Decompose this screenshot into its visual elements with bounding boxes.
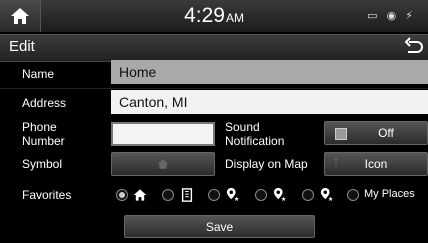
title-bar: Edit (0, 34, 428, 62)
favorite-radio-place-1[interactable] (208, 189, 220, 201)
save-button[interactable]: Save (124, 215, 315, 238)
display-on-map-label: Display on Map (225, 157, 308, 171)
selector-icon: ⋮ (331, 158, 341, 169)
my-places-label: My Places (364, 188, 415, 200)
pin-star-icon: ★ (273, 187, 287, 201)
row-divider (0, 88, 428, 89)
pin-star-icon: ★ (226, 187, 240, 201)
office-building-icon (181, 188, 193, 202)
sound-notification-value: Off (378, 126, 394, 140)
home-icon (157, 159, 169, 169)
sound-label-line1: Sound (225, 120, 260, 134)
favorites-label: Favorites (22, 188, 72, 202)
display-on-map-value: Icon (364, 157, 388, 171)
clock-time: 4:29 (184, 4, 225, 27)
phone-label-line2: Number (22, 134, 65, 148)
favorite-radio-office[interactable] (162, 189, 174, 201)
phone-label: Phone Number (22, 120, 65, 148)
sound-label-line2: Notification (225, 134, 285, 148)
name-field[interactable]: Home (111, 60, 428, 84)
pin-star-icon: ★ (320, 187, 334, 201)
svg-text:★: ★ (328, 196, 334, 201)
status-icons: ▭ ◉ ⚡ (367, 10, 416, 22)
back-button[interactable] (402, 37, 424, 57)
clock: 4:29AM (0, 4, 428, 28)
phone-label-line1: Phone (22, 120, 57, 134)
sound-notification-toggle[interactable]: Off (324, 121, 428, 145)
name-label: Name (22, 67, 55, 81)
favorite-radio-place-3[interactable] (302, 189, 314, 201)
address-field[interactable]: Canton, MI (111, 90, 428, 114)
clock-ampm: AM (225, 11, 244, 25)
home-icon (133, 189, 147, 201)
phone-number-field[interactable] (111, 122, 215, 146)
svg-text:★: ★ (281, 196, 287, 201)
favorite-radio-home[interactable] (116, 189, 128, 201)
checkbox-icon (335, 128, 347, 140)
back-arrow-icon (404, 37, 423, 53)
symbol-button[interactable] (111, 152, 215, 176)
symbol-label: Symbol (22, 157, 63, 171)
favorite-radio-my-places[interactable] (347, 189, 359, 201)
sound-notification-label: Sound Notification (225, 120, 284, 148)
favorite-radio-place-2[interactable] (255, 189, 267, 201)
page-title: Edit (9, 38, 35, 55)
display-on-map-button[interactable]: ⋮ Icon (324, 152, 428, 176)
svg-text:★: ★ (234, 196, 240, 201)
address-label: Address (22, 96, 67, 110)
